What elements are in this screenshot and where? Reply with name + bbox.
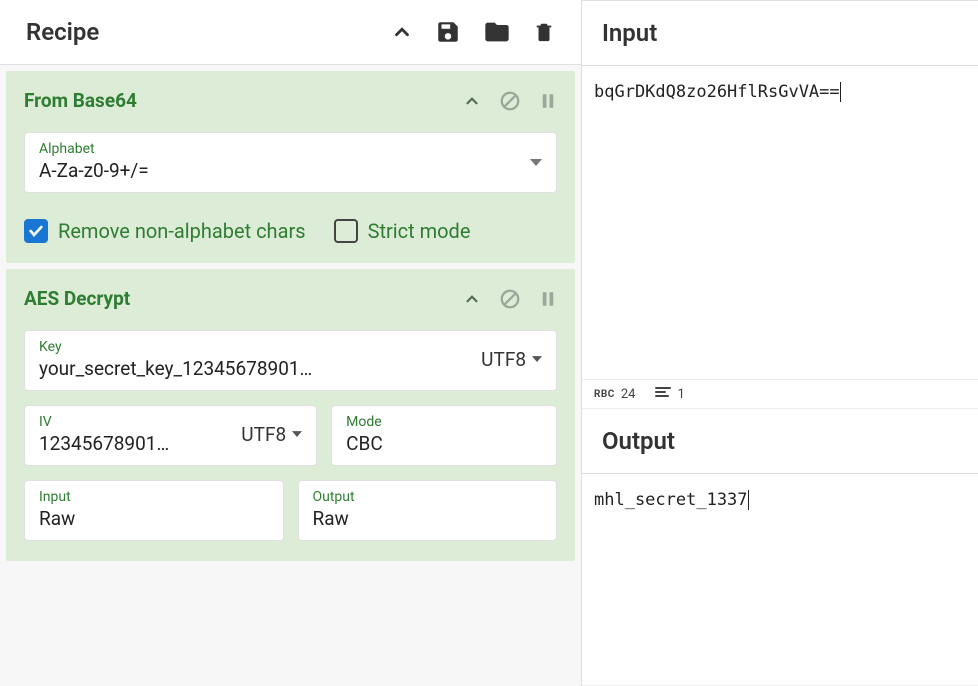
iv-field[interactable]: IV 12345678901… UTF8	[24, 405, 317, 466]
save-icon[interactable]	[435, 19, 461, 45]
operation-actions	[463, 288, 557, 310]
key-encoding-select[interactable]: UTF8	[481, 348, 542, 371]
char-count: RBC 24	[594, 387, 635, 402]
chevron-up-icon[interactable]	[463, 92, 481, 110]
chevron-up-icon[interactable]	[463, 290, 481, 308]
chevron-up-icon[interactable]	[391, 21, 413, 43]
encoding-value: UTF8	[241, 423, 286, 446]
output-section: Output mhl_secret_1337	[582, 409, 978, 686]
input-format-field[interactable]: Input Raw	[24, 480, 284, 541]
output-title: Output	[602, 427, 958, 455]
pause-icon[interactable]	[539, 90, 557, 112]
operation-header: From Base64	[24, 89, 557, 112]
recipe-pane: Recipe From Base64	[0, 0, 582, 686]
checkbox-box	[334, 219, 358, 243]
text-cursor	[748, 490, 749, 510]
recipe-body: From Base64 Alphabet A-Za-z0-9+/=	[0, 65, 581, 686]
line-count: 1	[655, 386, 684, 402]
encoding-value: UTF8	[481, 348, 526, 371]
io-pane: Input bqGrDKdQ8zo26HflRsGvVA== RBC 24 1 …	[582, 0, 978, 686]
field-value: CBC	[346, 432, 542, 455]
alphabet-field[interactable]: Alphabet A-Za-z0-9+/=	[24, 132, 557, 193]
pause-icon[interactable]	[539, 288, 557, 310]
operation-aes-decrypt: AES Decrypt Key your_secret_key_1	[6, 269, 575, 561]
recipe-title: Recipe	[26, 18, 99, 46]
folder-icon[interactable]	[483, 18, 511, 46]
caret-down-icon	[530, 152, 542, 171]
line-count-value: 1	[677, 387, 684, 402]
field-label: Key	[39, 339, 471, 355]
recipe-header-actions	[391, 18, 555, 46]
status-bar: RBC 24 1	[582, 380, 978, 409]
input-text[interactable]: bqGrDKdQ8zo26HflRsGvVA==	[582, 66, 978, 380]
caret-down-icon	[292, 431, 302, 438]
field-label: Mode	[346, 414, 542, 430]
output-text[interactable]: mhl_secret_1337	[582, 474, 978, 686]
checkbox-box	[24, 219, 48, 243]
operation-title: AES Decrypt	[24, 287, 130, 310]
char-count-value: 24	[621, 387, 636, 402]
field-label: Alphabet	[39, 141, 530, 157]
iv-encoding-select[interactable]: UTF8	[241, 423, 302, 446]
output-header: Output	[582, 409, 978, 474]
checkbox-label: Strict mode	[368, 219, 471, 243]
caret-down-icon	[532, 356, 542, 363]
output-format-field[interactable]: Output Raw	[298, 480, 558, 541]
field-label: Input	[39, 489, 269, 505]
text-cursor	[840, 82, 841, 102]
field-value: Raw	[313, 507, 543, 530]
mode-field[interactable]: Mode CBC	[331, 405, 557, 466]
field-value: Raw	[39, 507, 269, 530]
disable-icon[interactable]	[499, 288, 521, 310]
disable-icon[interactable]	[499, 90, 521, 112]
field-label: IV	[39, 414, 231, 430]
strict-mode-checkbox[interactable]: Strict mode	[334, 219, 471, 243]
recipe-header: Recipe	[0, 0, 581, 65]
operation-from-base64: From Base64 Alphabet A-Za-z0-9+/=	[6, 71, 575, 263]
field-value: A-Za-z0-9+/=	[39, 159, 530, 182]
field-value: your_secret_key_12345678901…	[39, 357, 471, 380]
key-field[interactable]: Key your_secret_key_12345678901… UTF8	[24, 330, 557, 391]
lines-icon	[655, 386, 671, 402]
checkbox-row: Remove non-alphabet chars Strict mode	[24, 219, 557, 243]
operation-header: AES Decrypt	[24, 287, 557, 310]
input-header: Input	[582, 1, 978, 66]
input-title: Input	[602, 19, 958, 47]
checkbox-label: Remove non-alphabet chars	[58, 219, 306, 243]
operation-actions	[463, 90, 557, 112]
operation-title: From Base64	[24, 89, 137, 112]
remove-nonalpha-checkbox[interactable]: Remove non-alphabet chars	[24, 219, 306, 243]
field-value: 12345678901…	[39, 432, 231, 455]
field-label: Output	[313, 489, 543, 505]
trash-icon[interactable]	[533, 19, 555, 45]
abc-icon: RBC	[594, 389, 615, 400]
input-section: Input bqGrDKdQ8zo26HflRsGvVA==	[582, 0, 978, 380]
